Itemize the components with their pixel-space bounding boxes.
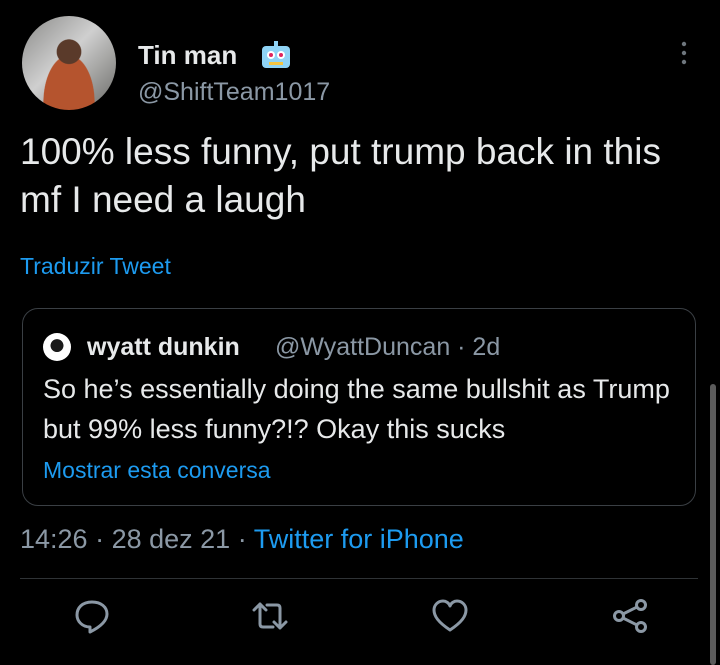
quoted-tweet-text: So he’s essentially doing the same bulls… bbox=[43, 374, 670, 444]
author-handle[interactable]: @ShiftTeam1017 bbox=[138, 78, 330, 107]
author-avatar[interactable] bbox=[22, 16, 116, 110]
quoted-author-display-name: wyatt dunkin bbox=[87, 333, 240, 361]
scrollbar[interactable] bbox=[710, 384, 716, 665]
quoted-author-handle-time: @WyattDuncan · 2d bbox=[275, 333, 501, 361]
tweet-source-link[interactable]: Twitter for iPhone bbox=[254, 524, 464, 554]
robot-emoji-icon bbox=[262, 41, 290, 68]
reply-icon[interactable] bbox=[72, 596, 112, 636]
tweet-time: 14:26 bbox=[20, 524, 88, 554]
tweet-metadata: 14:26 · 28 dez 21 · Twitter for iPhone bbox=[20, 524, 464, 555]
tweet-header: Tin man @ShiftTeam1017 bbox=[22, 16, 702, 114]
like-icon[interactable] bbox=[430, 596, 470, 636]
show-conversation-link[interactable]: Mostrar esta conversa bbox=[43, 457, 271, 484]
more-vertical-icon[interactable] bbox=[676, 38, 692, 68]
tweet-text: 100% less funny, put trump back in this … bbox=[20, 131, 661, 220]
quoted-author-avatar bbox=[43, 333, 71, 361]
meta-separator: · bbox=[95, 524, 112, 554]
tweet-date: 28 dez 21 bbox=[111, 524, 231, 554]
translate-tweet-link[interactable]: Traduzir Tweet bbox=[20, 253, 171, 280]
share-icon[interactable] bbox=[610, 596, 650, 636]
retweet-icon[interactable] bbox=[250, 596, 290, 636]
meta-separator: · bbox=[237, 524, 254, 554]
action-bar bbox=[0, 596, 720, 646]
divider bbox=[20, 578, 698, 579]
quoted-tweet[interactable]: wyatt dunkin @WyattDuncan · 2d So he’s e… bbox=[22, 308, 696, 506]
author-display-name[interactable]: Tin man bbox=[138, 40, 237, 71]
